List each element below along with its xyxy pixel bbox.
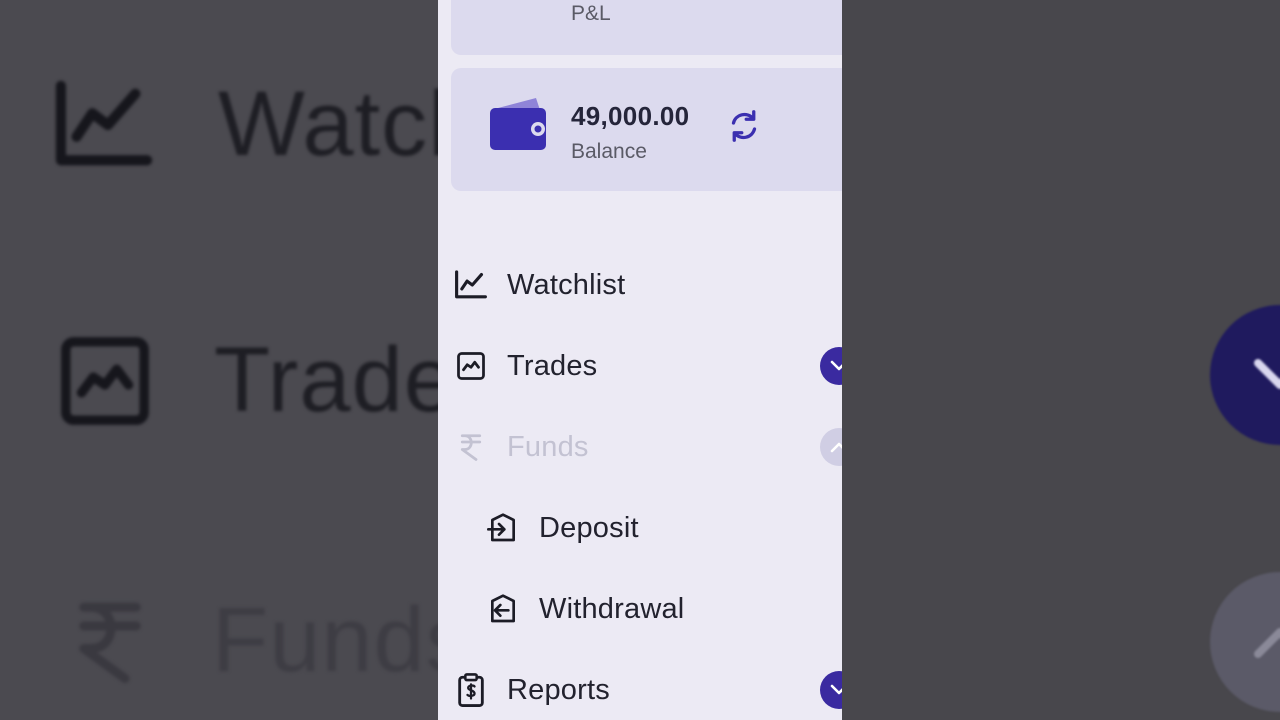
background-chevron-up-icon	[1210, 572, 1280, 712]
trade-chart-icon	[453, 348, 489, 384]
refresh-icon[interactable]	[726, 108, 762, 144]
menu-label-reports: Reports	[507, 673, 610, 706]
background-trades-row: Trades	[58, 328, 438, 433]
report-clipboard-icon	[453, 672, 489, 708]
trade-chart-icon	[58, 334, 152, 428]
menu-item-trades[interactable]: Trades	[438, 336, 842, 396]
menu-label-deposit: Deposit	[539, 511, 639, 544]
menu-item-reports[interactable]: Reports	[438, 660, 842, 720]
pnl-caption: P&L	[571, 2, 611, 25]
background-trades-label: Trades	[214, 329, 438, 431]
background-right-panel	[842, 0, 1280, 720]
rupee-icon	[70, 596, 150, 686]
rupee-icon	[453, 429, 489, 465]
background-watchlist-row: Watchlist	[52, 72, 438, 177]
balance-card: 49,000.00 Balance	[451, 68, 842, 191]
navigation-drawer: P&L 49,000.00 Balance Watchlist Trades F…	[438, 0, 842, 720]
balance-caption: Balance	[571, 140, 647, 163]
menu-item-funds[interactable]: Funds	[438, 417, 842, 477]
withdrawal-icon	[485, 591, 521, 627]
background-left-panel: Watchlist Trades Funds	[0, 0, 438, 720]
background-watchlist-label: Watchlist	[218, 73, 438, 175]
pnl-card: P&L	[451, 0, 842, 55]
chevron-down-icon[interactable]	[820, 347, 842, 385]
menu-label-watchlist: Watchlist	[507, 268, 626, 301]
chevron-up-icon[interactable]	[820, 428, 842, 466]
deposit-icon	[485, 510, 521, 546]
refresh-icon[interactable]	[656, 0, 692, 14]
chevron-down-icon[interactable]	[820, 671, 842, 709]
menu-item-withdrawal[interactable]: Withdrawal	[438, 579, 842, 639]
menu-item-deposit[interactable]: Deposit	[438, 498, 842, 558]
background-chevron-down-icon	[1210, 305, 1280, 445]
menu-label-withdrawal: Withdrawal	[539, 592, 685, 625]
background-funds-label: Funds	[212, 589, 438, 691]
menu-label-trades: Trades	[507, 349, 598, 382]
wallet-icon	[490, 98, 546, 150]
menu-item-watchlist[interactable]: Watchlist	[438, 255, 842, 315]
line-chart-icon	[453, 267, 489, 303]
background-funds-row: Funds	[70, 588, 438, 693]
line-chart-icon	[52, 78, 156, 172]
balance-amount: 49,000.00	[571, 101, 690, 131]
menu-label-funds: Funds	[507, 430, 589, 463]
